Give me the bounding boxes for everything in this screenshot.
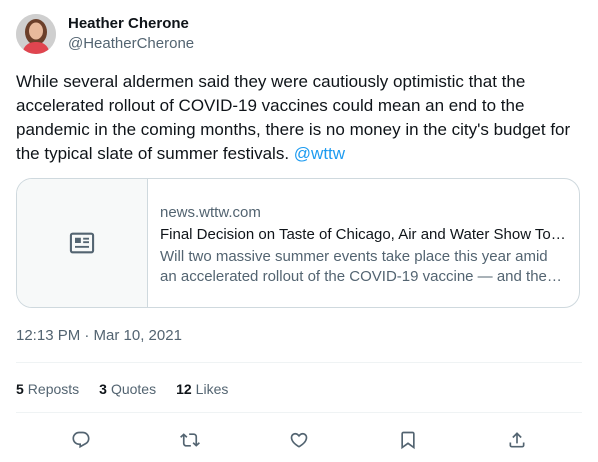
bookmark-button[interactable] — [391, 423, 425, 457]
share-icon — [509, 432, 525, 448]
engagement-stats: 5 Reposts 3 Quotes 12 Likes — [16, 378, 248, 400]
link-card[interactable]: news.wttw.com Final Decision on Taste of… — [16, 178, 580, 308]
card-title: Final Decision on Taste of Chicago, Air … — [160, 226, 567, 243]
handle[interactable]: @HeatherCherone — [68, 34, 194, 54]
reposts-stat[interactable]: 5 Reposts — [16, 381, 79, 397]
tweet-text: While several aldermen said they were ca… — [16, 70, 582, 166]
bookmark-icon — [401, 431, 415, 450]
likes-label: Likes — [195, 381, 229, 397]
divider — [16, 362, 582, 363]
card-domain: news.wttw.com — [160, 204, 261, 221]
card-thumbnail — [17, 179, 148, 307]
card-description: Will two massive summer events take plac… — [160, 248, 548, 285]
repost-button[interactable] — [173, 423, 207, 457]
mention-link[interactable]: @wttw — [294, 144, 345, 163]
display-name[interactable]: Heather Cherone — [68, 14, 194, 34]
action-bar — [16, 424, 582, 456]
avatar-image — [16, 14, 56, 54]
reply-icon — [72, 431, 90, 449]
card-body: news.wttw.com Final Decision on Taste of… — [148, 179, 579, 307]
author-names: Heather Cherone @HeatherCherone — [68, 14, 194, 54]
reposts-label: Reposts — [27, 381, 80, 397]
share-button[interactable] — [500, 423, 534, 457]
quotes-label: Quotes — [110, 381, 157, 397]
like-icon — [290, 432, 308, 448]
divider — [16, 412, 582, 413]
reposts-count: 5 — [16, 381, 24, 397]
quotes-count: 3 — [99, 381, 107, 397]
quotes-stat[interactable]: 3 Quotes — [99, 381, 156, 397]
likes-stat[interactable]: 12 Likes — [176, 381, 228, 397]
timestamp[interactable]: 12:13 PM · Mar 10, 2021 — [16, 326, 182, 346]
article-icon — [69, 232, 95, 254]
reply-button[interactable] — [64, 423, 98, 457]
repost-icon — [180, 433, 200, 447]
tweet-header: Heather Cherone @HeatherCherone — [16, 12, 194, 56]
like-button[interactable] — [282, 423, 316, 457]
avatar[interactable] — [16, 14, 56, 54]
likes-count: 12 — [176, 381, 192, 397]
